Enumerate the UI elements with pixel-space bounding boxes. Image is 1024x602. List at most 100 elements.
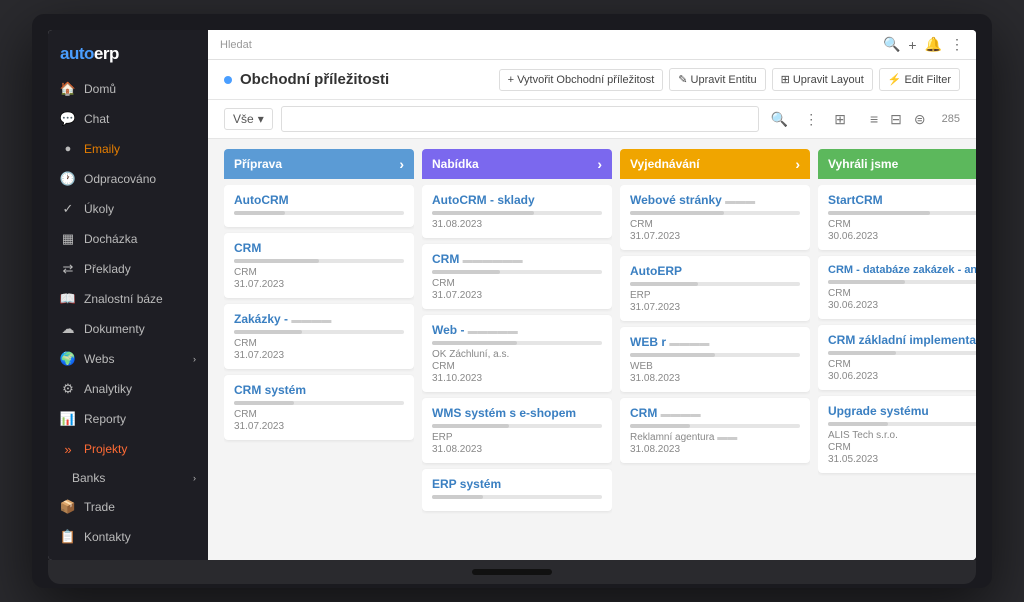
- card-meta: CRM 30.06.2023: [828, 359, 976, 382]
- sidebar-item-label: Reporty: [84, 412, 126, 426]
- clock-icon: 🕐: [60, 171, 76, 187]
- toolbar-search-icon[interactable]: 🔍: [767, 109, 792, 130]
- sidebar-item-registrace1[interactable]: ≡ Registrace na we...: [48, 552, 208, 560]
- sidebar-item-label: Trade: [84, 500, 115, 514]
- sidebar-item-trade[interactable]: 📦 Trade: [48, 492, 208, 522]
- card-meta: Reklamní agentura ▬▬ 31.08.2023: [630, 432, 800, 455]
- card-bar: [630, 211, 800, 215]
- sidebar-item-kontakty[interactable]: 📋 Kontakty: [48, 522, 208, 552]
- more-icon[interactable]: ⋮: [950, 36, 964, 53]
- sidebar-item-projekty[interactable]: » Projekty: [48, 434, 208, 464]
- sidebar-item-webs[interactable]: 🌍 Webs ›: [48, 344, 208, 374]
- list-view-icon[interactable]: ≡: [866, 109, 882, 130]
- col-title-vyjednavani: Vyjednávání: [630, 157, 700, 171]
- sidebar-item-preklady[interactable]: ⇄ Překlady: [48, 254, 208, 284]
- create-button[interactable]: + Vytvořit Obchodní příležitost: [499, 69, 664, 91]
- sidebar-item-analytiky[interactable]: ⚙ Analytiky: [48, 374, 208, 404]
- analytics-icon: ⚙: [60, 381, 76, 397]
- edit-entity-button[interactable]: ✎ Upravit Entitu: [669, 68, 765, 91]
- card-crm-databaze[interactable]: CRM - databáze zakázek - analýz CRM 30.0…: [818, 256, 976, 319]
- card-erp-system[interactable]: ERP systém: [422, 469, 612, 511]
- search-input[interactable]: [281, 106, 759, 132]
- plus-icon[interactable]: +: [908, 37, 916, 53]
- card-upgrade[interactable]: Upgrade systému ALIS Tech s.r.o. CRM 31.…: [818, 396, 976, 473]
- card-crm-zakladni[interactable]: CRM základní implementace CRM 30.06.2023: [818, 325, 976, 390]
- card-crm-reklamni[interactable]: CRM ▬▬▬▬ Reklamní agentura ▬▬ 31.08.2023: [620, 398, 810, 463]
- sidebar-item-label: Překlady: [84, 262, 131, 276]
- sidebar-item-dochazka[interactable]: ▦ Docházka: [48, 224, 208, 254]
- col-arrow-vyjednavani: ›: [795, 156, 800, 172]
- card-title: AutoERP: [630, 264, 800, 278]
- email-icon: ●: [60, 141, 76, 157]
- sidebar-item-label: Domů: [84, 82, 116, 96]
- sidebar-item-dokumenty[interactable]: ☁ Dokumenty: [48, 314, 208, 344]
- card-meta: ALIS Tech s.r.o. CRM 31.05.2023: [828, 430, 976, 465]
- kanban-cards-nabidka: AutoCRM - sklady 31.08.2023 CRM ▬▬▬▬▬▬ C…: [422, 185, 612, 550]
- kanban-cards-vyjednavani: Webové stránky ▬▬▬ CRM 31.07.2023 AutoER…: [620, 185, 810, 550]
- bell-icon[interactable]: 🔔: [925, 36, 942, 53]
- filter-view-icon[interactable]: ⊜: [910, 109, 930, 130]
- card-title: ERP systém: [432, 477, 602, 491]
- card-bar: [234, 259, 404, 263]
- card-crm-system[interactable]: CRM systém CRM 31.07.2023: [224, 375, 414, 440]
- kanban-col-nabidka: Nabídka › AutoCRM - sklady 31.08.2023: [422, 149, 612, 550]
- card-wms[interactable]: WMS systém s e-shopem ERP 31.08.2023: [422, 398, 612, 463]
- sidebar-item-label: Docházka: [84, 232, 137, 246]
- card-meta: WEB 31.08.2023: [630, 361, 800, 384]
- sidebar-item-label: Kontakty: [84, 530, 131, 544]
- sidebar-item-label: Banks: [72, 471, 105, 485]
- projects-icon: »: [60, 441, 76, 457]
- sidebar-item-emails[interactable]: ● Emaily: [48, 134, 208, 164]
- card-zakazky[interactable]: Zakázky - ▬▬▬▬ CRM 31.07.2023: [224, 304, 414, 369]
- kanban-col-vyhralisme: Vyhráli jsme › StartCRM CRM 30.06.2023: [818, 149, 976, 550]
- edit-layout-button[interactable]: ⊞ Upravit Layout: [772, 68, 873, 91]
- card-title: CRM systém: [234, 383, 404, 397]
- filter-select[interactable]: Vše ▾: [224, 108, 273, 130]
- card-title: CRM ▬▬▬▬: [630, 406, 800, 420]
- sidebar-item-znalostni[interactable]: 📖 Znalostní báze: [48, 284, 208, 314]
- sidebar-item-banks[interactable]: Banks ›: [48, 464, 208, 492]
- sidebar-item-chat[interactable]: 💬 Chat: [48, 104, 208, 134]
- card-web-r[interactable]: WEB r ▬▬▬▬ WEB 31.08.2023: [620, 327, 810, 392]
- card-meta: CRM 31.07.2023: [630, 219, 800, 242]
- edit-filter-button[interactable]: ⚡ Edit Filter: [879, 68, 960, 91]
- card-crm-1[interactable]: CRM CRM 31.07.2023: [224, 233, 414, 298]
- sidebar-item-ukoly[interactable]: ✓ Úkoly: [48, 194, 208, 224]
- count-badge: 285: [942, 113, 960, 125]
- sidebar-item-home[interactable]: 🏠 Domů: [48, 74, 208, 104]
- card-meta: CRM 31.07.2023: [432, 278, 602, 301]
- card-bar: [234, 211, 404, 215]
- card-web-nabidka[interactable]: Web - ▬▬▬▬▬ OK Záchluní, a.s. CRM 31.10.…: [422, 315, 612, 392]
- card-webove-stranky[interactable]: Webové stránky ▬▬▬ CRM 31.07.2023: [620, 185, 810, 250]
- card-bar: [432, 424, 602, 428]
- kanban-view-icon[interactable]: ⊟: [886, 109, 906, 130]
- card-title: StartCRM: [828, 193, 976, 207]
- sidebar-item-odpracovano[interactable]: 🕐 Odpracováno: [48, 164, 208, 194]
- sidebar-item-label: Úkoly: [84, 202, 114, 216]
- title-dot: [224, 76, 232, 84]
- search-icon[interactable]: 🔍: [883, 36, 900, 53]
- card-startcrm[interactable]: StartCRM CRM 30.06.2023: [818, 185, 976, 250]
- card-autoerp[interactable]: AutoERP ERP 31.07.2023: [620, 256, 810, 321]
- webs-arrow: ›: [193, 354, 196, 364]
- card-title: Upgrade systému: [828, 404, 976, 418]
- report-icon: 📊: [60, 411, 76, 427]
- toolbar-grid-icon[interactable]: ⊞: [830, 109, 850, 130]
- header-actions: + Vytvořit Obchodní příležitost ✎ Upravi…: [499, 68, 960, 91]
- sidebar-item-reporty[interactable]: 📊 Reporty: [48, 404, 208, 434]
- sidebar-item-label: Znalostní báze: [84, 292, 163, 306]
- laptop-notch: [472, 569, 552, 575]
- card-title: WMS systém s e-shopem: [432, 406, 602, 420]
- card-meta: CRM 30.06.2023: [828, 219, 976, 242]
- toolbar-more-icon[interactable]: ⋮: [800, 109, 822, 130]
- topbar-search-label: Hledat: [220, 39, 252, 51]
- card-autocrm-sklady[interactable]: AutoCRM - sklady 31.08.2023: [422, 185, 612, 238]
- card-meta: ERP 31.07.2023: [630, 290, 800, 313]
- card-autocrm[interactable]: AutoCRM: [224, 185, 414, 227]
- card-title: Web - ▬▬▬▬▬: [432, 323, 602, 337]
- logo-erp: erp: [94, 44, 119, 63]
- card-crm-nabidka[interactable]: CRM ▬▬▬▬▬▬ CRM 31.07.2023: [422, 244, 612, 309]
- list-icon-1: ≡: [60, 559, 76, 560]
- sidebar-item-label: Analytiky: [84, 382, 132, 396]
- toolbar: Vše ▾ 🔍 ⋮ ⊞ ≡ ⊟ ⊜ 285: [208, 100, 976, 139]
